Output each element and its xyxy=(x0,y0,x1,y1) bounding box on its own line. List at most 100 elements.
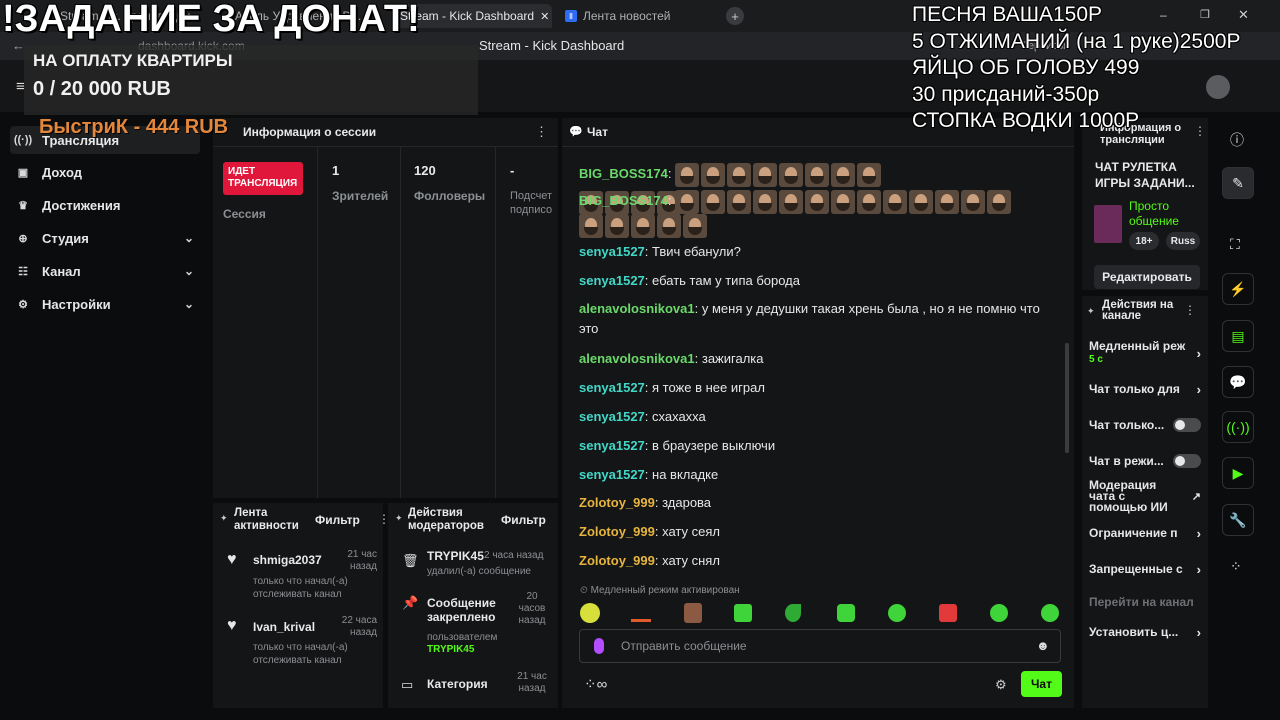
slow-mode-setting[interactable]: Медленный реж 5 с › xyxy=(1089,340,1201,366)
ai-moderation-setting[interactable]: Модерация чата с помощью ИИ ↗ xyxy=(1089,479,1201,514)
emote-icon[interactable] xyxy=(990,604,1008,622)
chat-username[interactable]: alenavolosnikova1 xyxy=(579,301,695,316)
sidebar-item-studio[interactable]: ⊕ Студия ⌄ xyxy=(10,224,200,252)
drag-handle-icon[interactable]: ✦ xyxy=(1087,306,1095,317)
more-icon[interactable]: ⋮ xyxy=(1184,303,1196,317)
new-tab-icon[interactable]: + xyxy=(726,7,744,25)
chat-username[interactable]: senya1527 xyxy=(579,380,645,395)
lightning-icon[interactable]: ⚡ xyxy=(1222,273,1254,305)
more-icon[interactable]: ⋮ xyxy=(535,124,548,140)
setting-value: 5 с xyxy=(1089,354,1103,365)
send-chat-button[interactable]: Чат xyxy=(1021,671,1062,697)
sidebar-item-label: Канал xyxy=(42,263,81,279)
go-to-channel-link[interactable]: Перейти на канал xyxy=(1089,595,1201,609)
chat-username[interactable]: Zolotoy_999 xyxy=(579,524,655,539)
mod-action-title[interactable]: TRYPIK45 xyxy=(427,549,484,563)
category-thumbnail[interactable] xyxy=(1094,205,1122,243)
emote-icon[interactable] xyxy=(684,603,702,623)
chevron-down-icon: ⌄ xyxy=(183,297,194,311)
filter-button[interactable]: Фильтр xyxy=(315,513,360,527)
wrench-icon[interactable]: 🔧 xyxy=(1222,504,1254,536)
chat-bubble-icon[interactable]: 💬 xyxy=(1222,366,1254,398)
filter-button[interactable]: Фильтр xyxy=(501,513,546,527)
chat-username[interactable]: Zolotoy_999 xyxy=(579,495,655,510)
mod-action-title[interactable]: Сообщение закреплено xyxy=(427,596,507,624)
chat-message: senya1527: ебать там у типа борода xyxy=(579,273,800,288)
gear-icon[interactable]: ⚙ xyxy=(995,677,1007,693)
mod-action-text: пользователем xyxy=(427,632,498,643)
emote-icon[interactable] xyxy=(785,604,801,622)
mod-action-title[interactable]: Категория xyxy=(427,677,488,691)
restriction-setting[interactable]: Ограничение п › xyxy=(1089,526,1201,541)
mod-action-user[interactable]: TRYPIK45 xyxy=(427,644,474,655)
face-emote-icon xyxy=(675,162,700,187)
face-emote-icon xyxy=(779,189,804,214)
face-emote-icon xyxy=(857,189,882,214)
microphone-icon[interactable] xyxy=(594,638,604,654)
tag-badge[interactable]: Russ xyxy=(1166,232,1200,250)
chat-username[interactable]: BIG_BOSS174 xyxy=(579,166,668,181)
chat-username[interactable]: senya1527 xyxy=(579,244,645,259)
sidebar-item-achievements[interactable]: ♛ Достижения xyxy=(10,191,200,219)
followers-only-setting[interactable]: Чат только для › xyxy=(1089,382,1201,397)
tag-badge[interactable]: 18+ xyxy=(1129,232,1159,250)
chat-username[interactable]: BIG_BOSS174 xyxy=(579,193,668,208)
face-emote-icon xyxy=(701,189,726,214)
activity-user[interactable]: Ivan_krival xyxy=(253,620,315,634)
edit-icon[interactable]: ✎ xyxy=(1222,167,1254,199)
emote-icon[interactable] xyxy=(734,604,752,622)
sidebar-item-settings[interactable]: ⚙ Настройки ⌄ xyxy=(10,290,200,318)
drag-handle-icon[interactable]: ✦ xyxy=(395,513,403,524)
subscribers-only-toggle[interactable] xyxy=(1173,418,1201,432)
face-emote-icon xyxy=(831,189,856,214)
stream-category[interactable]: Просто общение xyxy=(1129,199,1199,229)
connections-icon[interactable]: ⁘ xyxy=(1230,558,1242,575)
activity-user[interactable]: shmiga2037 xyxy=(253,553,322,567)
broadcast-icon[interactable]: ((·)) xyxy=(1222,411,1254,443)
chat-username[interactable]: alenavolosnikova1 xyxy=(579,351,695,366)
tab-label: Stream - Kick Dashboard xyxy=(400,9,535,23)
trophy-icon: ♛ xyxy=(18,199,28,212)
browser-tab[interactable]: Ⅱ Лента новостей xyxy=(565,4,715,28)
face-emote-icon xyxy=(909,189,934,214)
banned-words-setting[interactable]: Запрещенные с › xyxy=(1089,562,1201,577)
infinity-icon[interactable]: ⁘∞ xyxy=(584,675,607,693)
emote-icon[interactable] xyxy=(580,603,600,623)
emote-icon[interactable] xyxy=(888,604,906,622)
chat-username[interactable]: senya1527 xyxy=(579,467,645,482)
chat-username[interactable]: Zolotoy_999 xyxy=(579,553,655,568)
face-emote-icon xyxy=(805,162,830,187)
subscribers-only-setting: Чат только... xyxy=(1089,418,1201,432)
emote-icon[interactable] xyxy=(939,604,957,622)
emote-only-toggle[interactable] xyxy=(1173,454,1201,468)
document-icon[interactable]: ▤ xyxy=(1222,320,1254,352)
chat-username[interactable]: senya1527 xyxy=(579,438,645,453)
chat-input-placeholder: Отправить сообщение xyxy=(621,639,747,653)
emoji-icon[interactable]: ☻ xyxy=(1036,638,1050,653)
chat-input[interactable]: Отправить сообщение ☻ xyxy=(579,629,1061,663)
fullscreen-icon[interactable]: ⛶ xyxy=(1230,236,1240,253)
chat-text: хату сеял xyxy=(662,524,720,539)
mod-action-time: 20 часов назад xyxy=(518,591,546,626)
set-goal-setting[interactable]: Установить ц... › xyxy=(1089,625,1201,640)
emote-icon[interactable] xyxy=(631,619,651,622)
emote-icon[interactable] xyxy=(837,604,855,622)
chat-text: я тоже в нее играл xyxy=(652,380,765,395)
close-icon[interactable]: ✕ xyxy=(540,10,549,23)
sidebar-item-channel[interactable]: ☷ Канал ⌄ xyxy=(10,257,200,285)
drag-handle-icon[interactable]: ✦ xyxy=(220,513,228,524)
chart-icon: ▣ xyxy=(17,166,29,179)
price-item: 30 присданий-350р xyxy=(912,82,1100,106)
sidebar-item-income[interactable]: ▣ Доход xyxy=(10,158,200,186)
chat-scrollbar[interactable] xyxy=(1065,343,1069,453)
chat-username[interactable]: senya1527 xyxy=(579,273,645,288)
activity-time: 21 час назад xyxy=(347,549,377,572)
face-emote-icon xyxy=(883,189,908,214)
chat-username[interactable]: senya1527 xyxy=(579,409,645,424)
video-icon[interactable]: ▶ xyxy=(1222,457,1254,489)
emote-icon[interactable] xyxy=(1041,604,1059,622)
last-donation: БыстриК - 444 RUB xyxy=(39,116,229,138)
chat-message: Zolotoy_999: хату снял xyxy=(579,553,720,568)
edit-stream-button[interactable]: Редактировать xyxy=(1094,265,1200,289)
tab-favicon-icon: Ⅱ xyxy=(565,10,577,22)
